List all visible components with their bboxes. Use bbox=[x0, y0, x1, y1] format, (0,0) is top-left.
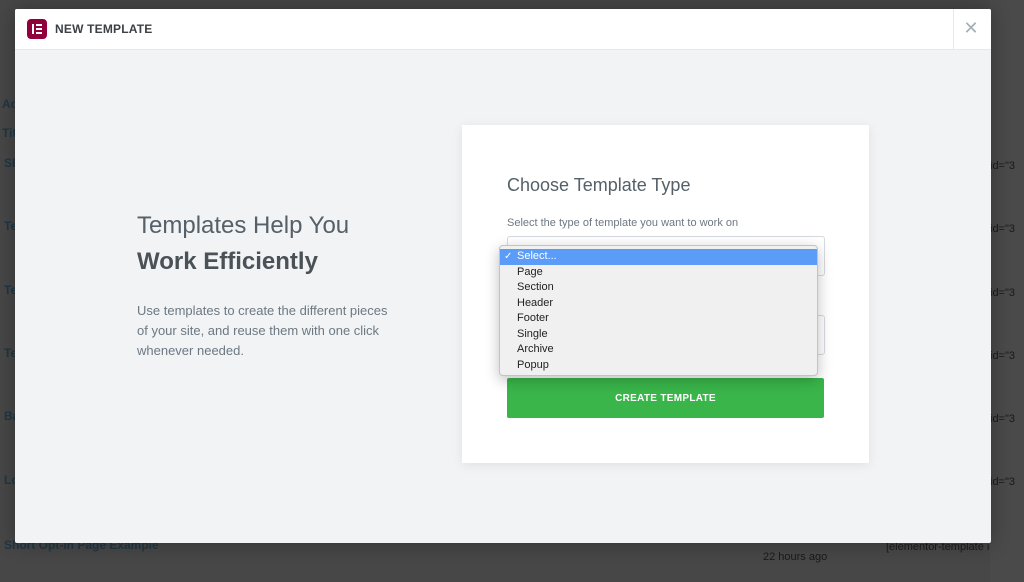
intro-section: Templates Help You Work Efficiently Use … bbox=[137, 208, 397, 361]
close-icon[interactable]: ✕ bbox=[963, 19, 979, 37]
dropdown-option-header[interactable]: Header bbox=[500, 296, 817, 312]
elementor-logo-icon bbox=[27, 19, 47, 39]
dropdown-option-archive[interactable]: Archive bbox=[500, 342, 817, 358]
dropdown-option-page[interactable]: Page bbox=[500, 265, 817, 281]
bg-shortcode: id="3 bbox=[990, 476, 1016, 488]
bg-shortcode: id="3 bbox=[990, 160, 1016, 172]
template-type-dropdown: ✓ Select... Page Section Header Footer Si… bbox=[499, 245, 818, 376]
bg-shortcode: id="3 bbox=[990, 413, 1016, 425]
template-type-label: Select the type of template you want to … bbox=[507, 217, 739, 229]
bg-row-date: 22 hours ago bbox=[763, 551, 828, 563]
bg-shortcode: id="3 bbox=[990, 223, 1016, 235]
dropdown-option-section[interactable]: Section bbox=[500, 280, 817, 296]
intro-heading: Templates Help You Work Efficiently bbox=[137, 208, 397, 280]
form-heading: Choose Template Type bbox=[507, 175, 691, 195]
dropdown-option-select[interactable]: ✓ Select... bbox=[500, 249, 817, 265]
intro-description: Use templates to create the different pi… bbox=[137, 303, 388, 358]
checkmark-icon: ✓ bbox=[504, 251, 513, 262]
bg-shortcode: id="3 bbox=[990, 287, 1016, 299]
dropdown-option-single[interactable]: Single bbox=[500, 327, 817, 343]
modal-title: NEW TEMPLATE bbox=[55, 22, 153, 36]
modal-header: NEW TEMPLATE ✕ bbox=[15, 9, 991, 50]
header-divider bbox=[953, 9, 954, 50]
create-template-button[interactable]: CREATE TEMPLATE bbox=[507, 378, 824, 418]
dropdown-option-popup[interactable]: Popup bbox=[500, 358, 817, 374]
bg-shortcode: id="3 bbox=[990, 350, 1016, 362]
intro-heading-line2: Work Efficiently bbox=[137, 248, 318, 275]
dropdown-option-footer[interactable]: Footer bbox=[500, 311, 817, 327]
intro-heading-line1: Templates Help You bbox=[137, 212, 350, 239]
bg-shortcode-column: id="3 id="3 id="3 id="3 id="3 id="3 bbox=[990, 0, 1024, 582]
